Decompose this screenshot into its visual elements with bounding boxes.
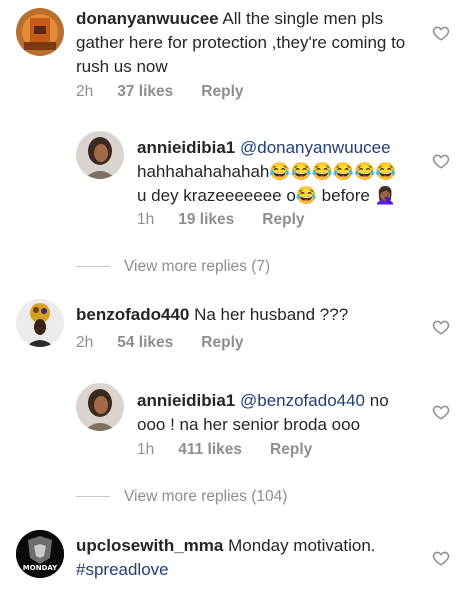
comment-time: 1h (137, 441, 155, 458)
view-more-replies[interactable]: View more replies (104) (76, 488, 287, 506)
comment-username[interactable]: annieidibia1 (137, 391, 235, 410)
comment-text-line1: no (365, 391, 389, 410)
reply-button[interactable]: Reply (262, 211, 304, 228)
view-more-replies[interactable]: View more replies (7) (76, 258, 270, 276)
comment-text: Monday motivation. (223, 536, 376, 555)
mention-link[interactable]: @donanyanwuucee (240, 138, 391, 157)
avatar-annieidibia1[interactable] (76, 131, 124, 179)
view-more-label: View more replies (104) (124, 488, 288, 505)
avatar-annieidibia1[interactable] (76, 383, 124, 431)
comment-text: Na her husband ??? (189, 305, 349, 324)
comment-username[interactable]: annieidibia1 (137, 138, 235, 157)
reply-button[interactable]: Reply (270, 441, 312, 458)
divider-line (76, 266, 110, 268)
comment-time: 2h (76, 83, 94, 100)
reply-button[interactable]: Reply (201, 83, 243, 100)
heart-icon[interactable] (432, 549, 450, 567)
comment-text-line2: ooo ! na her senior broda ooo (137, 415, 361, 434)
divider-line (76, 496, 110, 498)
likes-count[interactable]: 37 likes (117, 83, 173, 100)
reply-button[interactable]: Reply (201, 334, 243, 351)
heart-icon[interactable] (432, 152, 450, 170)
likes-count[interactable]: 411 likes (178, 441, 242, 458)
avatar-benzofado440[interactable] (16, 299, 64, 347)
comment-time: 2h (76, 334, 94, 351)
view-more-label: View more replies (7) (124, 258, 271, 275)
hashtag-link[interactable]: #spreadlove (76, 560, 169, 579)
heart-icon[interactable] (432, 24, 450, 42)
comment-time: 1h (137, 211, 155, 228)
comment-username[interactable]: upclosewith_mma (76, 536, 223, 555)
mention-link[interactable]: @benzofado440 (240, 391, 365, 410)
avatar-upclosewith-mma[interactable]: MONDAY (16, 530, 64, 578)
likes-count[interactable]: 54 likes (117, 334, 173, 351)
heart-icon[interactable] (432, 318, 450, 336)
avatar-monday-label: MONDAY (22, 564, 58, 572)
likes-count[interactable]: 19 likes (178, 211, 234, 228)
avatar-donanyanwuucee[interactable] (16, 8, 64, 56)
comment-username[interactable]: benzofado440 (76, 305, 189, 324)
comment-username[interactable]: donanyanwuucee (76, 9, 219, 28)
comment-text-line2: u dey krazeeeeeee o😂 before 🤦🏾‍♀️ (137, 186, 396, 205)
heart-icon[interactable] (432, 403, 450, 421)
comment-text-line1: hahhahahahahah😂😂😂😂😂😂 (137, 162, 397, 181)
